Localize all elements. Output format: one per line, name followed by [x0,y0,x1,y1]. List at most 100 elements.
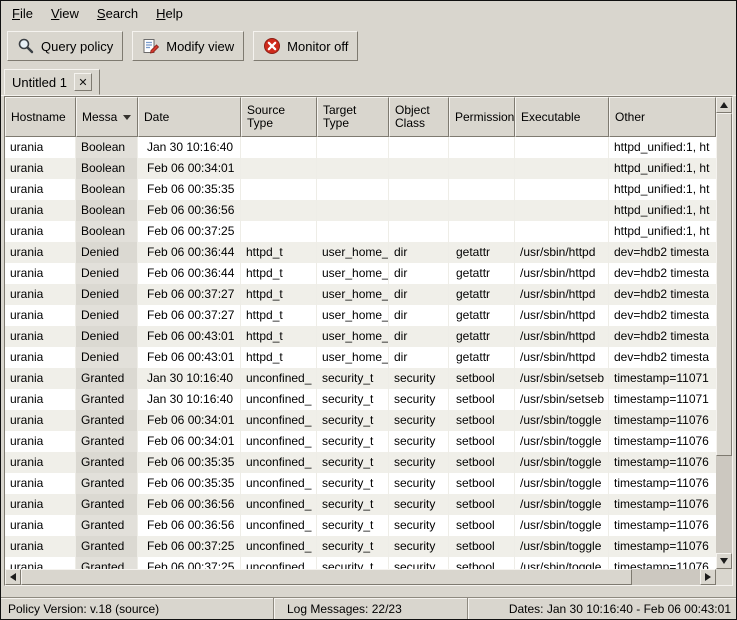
table-cell: unconfined_ [241,557,317,569]
table-row[interactable]: uraniaBooleanJan 30 10:16:40httpd_unifie… [5,137,716,158]
scroll-right-button[interactable] [700,569,716,585]
table-row[interactable]: uraniaGrantedFeb 06 00:37:25unconfined_s… [5,557,716,569]
table-cell: Feb 06 00:37:27 [138,305,241,326]
table-cell: Denied [76,242,138,263]
menu-help[interactable]: Help [147,2,192,26]
table-cell: timestamp=11071 [609,389,711,410]
table-cell: httpd_t [241,347,317,368]
vertical-scroll-thumb[interactable] [716,113,732,456]
column-header-permission[interactable]: Permission [449,97,515,137]
table-cell: getattr [449,326,515,347]
table-row[interactable]: uraniaGrantedFeb 06 00:37:25unconfined_s… [5,536,716,557]
table-cell: Feb 06 00:35:35 [138,452,241,473]
column-header-source-type[interactable]: Source Type [241,97,317,137]
monitor-off-button[interactable]: Monitor off [253,31,358,61]
column-header-label: Target Type [323,104,385,130]
scrollbar-corner [716,569,732,585]
table-row[interactable]: uraniaGrantedFeb 06 00:35:35unconfined_s… [5,452,716,473]
table-row[interactable]: uraniaGrantedFeb 06 00:34:01unconfined_s… [5,431,716,452]
table-cell: security [389,557,449,569]
table-cell: timestamp=11076 [609,410,711,431]
table-cell: getattr [449,305,515,326]
monitor-off-icon [263,37,281,55]
scroll-down-button[interactable] [716,553,732,569]
table-cell: user_home_ [317,242,389,263]
table-cell: timestamp=11076 [609,557,711,569]
table-cell: urania [5,452,76,473]
modify-view-button[interactable]: Modify view [132,31,244,61]
column-header-message[interactable]: Messa [76,97,138,137]
table-cell: urania [5,368,76,389]
table-cell: Boolean [76,158,138,179]
table-row[interactable]: uraniaBooleanFeb 06 00:37:25httpd_unifie… [5,221,716,242]
table-cell: unconfined_ [241,494,317,515]
table-cell: /usr/sbin/setseb [515,389,609,410]
toolbar: Query policy Modify view Mo [1,27,736,65]
table-row[interactable]: uraniaGrantedJan 30 10:16:40unconfined_s… [5,368,716,389]
table-cell: security [389,536,449,557]
table-row[interactable]: uraniaGrantedJan 30 10:16:40unconfined_s… [5,389,716,410]
table-cell: Boolean [76,200,138,221]
scroll-left-button[interactable] [5,569,21,585]
table-cell: dev=hdb2 timesta [609,284,711,305]
table-cell [449,221,515,242]
column-header-object-class[interactable]: Object Class [389,97,449,137]
table-cell [241,158,317,179]
column-header-hostname[interactable]: Hostname [5,97,76,137]
column-header-label: Source Type [247,104,313,130]
table-cell: security [389,431,449,452]
table-row[interactable]: uraniaDeniedFeb 06 00:36:44httpd_tuser_h… [5,263,716,284]
table-cell: httpd_t [241,284,317,305]
table-row[interactable]: uraniaGrantedFeb 06 00:34:01unconfined_s… [5,410,716,431]
table-cell: security_t [317,368,389,389]
horizontal-scroll-thumb[interactable] [21,569,632,585]
column-header-label: Date [144,111,169,124]
table-cell: /usr/sbin/httpd [515,263,609,284]
menu-search[interactable]: Search [88,2,147,26]
table-cell: security [389,389,449,410]
table-row[interactable]: uraniaDeniedFeb 06 00:37:27httpd_tuser_h… [5,284,716,305]
table-row[interactable]: uraniaDeniedFeb 06 00:37:27httpd_tuser_h… [5,305,716,326]
magnifier-icon [17,37,35,55]
table-cell: security_t [317,431,389,452]
column-header-target-type[interactable]: Target Type [317,97,389,137]
table-cell: Denied [76,305,138,326]
table-cell: /usr/sbin/toggle [515,431,609,452]
table-cell [449,200,515,221]
table-cell [515,158,609,179]
table-cell: user_home_ [317,326,389,347]
tab-untitled-1[interactable]: Untitled 1 ✕ [4,69,100,95]
table-cell [317,221,389,242]
menu-view[interactable]: View [42,2,88,26]
table-row[interactable]: uraniaDeniedFeb 06 00:43:01httpd_tuser_h… [5,326,716,347]
query-policy-button[interactable]: Query policy [7,31,123,61]
column-header-executable[interactable]: Executable [515,97,609,137]
column-header-date[interactable]: Date [138,97,241,137]
table-cell: setbool [449,473,515,494]
scroll-up-button[interactable] [716,97,732,113]
table-row[interactable]: uraniaGrantedFeb 06 00:36:56unconfined_s… [5,515,716,536]
status-dates: Dates: Jan 30 10:16:40 - Feb 06 00:43:01 [469,598,736,619]
table-row[interactable]: uraniaBooleanFeb 06 00:36:56httpd_unifie… [5,200,716,221]
tab-close-button[interactable]: ✕ [74,73,92,91]
table-row[interactable]: uraniaBooleanFeb 06 00:35:35httpd_unifie… [5,179,716,200]
table-cell: httpd_t [241,242,317,263]
horizontal-scrollbar[interactable] [5,569,716,585]
menu-file[interactable]: File [3,2,42,26]
table-cell: getattr [449,284,515,305]
table-cell: Jan 30 10:16:40 [138,137,241,158]
table-row[interactable]: uraniaDeniedFeb 06 00:43:01httpd_tuser_h… [5,347,716,368]
horizontal-scroll-track[interactable] [21,569,700,585]
column-header-other[interactable]: Other [609,97,716,137]
table-cell: Feb 06 00:34:01 [138,158,241,179]
table-row[interactable]: uraniaBooleanFeb 06 00:34:01httpd_unifie… [5,158,716,179]
table-row[interactable]: uraniaDeniedFeb 06 00:36:44httpd_tuser_h… [5,242,716,263]
table-cell: dir [389,263,449,284]
vertical-scrollbar[interactable] [716,97,732,569]
vertical-scroll-track[interactable] [716,113,732,553]
table-row[interactable]: uraniaGrantedFeb 06 00:36:56unconfined_s… [5,494,716,515]
table-row[interactable]: uraniaGrantedFeb 06 00:35:35unconfined_s… [5,473,716,494]
table-cell: httpd_unified:1, ht [609,200,711,221]
table-cell: user_home_ [317,263,389,284]
table-cell [449,179,515,200]
